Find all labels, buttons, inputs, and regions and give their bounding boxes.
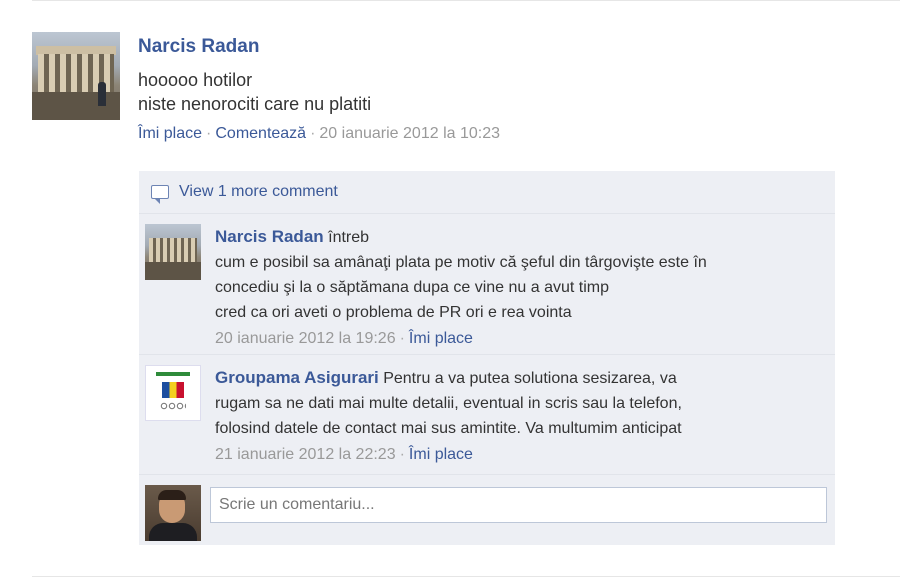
view-more-comments[interactable]: View 1 more comment xyxy=(139,171,835,214)
post-author-avatar[interactable] xyxy=(32,32,120,120)
comment-timestamp[interactable]: 20 ianuarie 2012 la 19:26 xyxy=(215,330,396,347)
comment-author-avatar[interactable] xyxy=(145,224,201,280)
like-link[interactable]: Îmi place xyxy=(138,125,202,142)
comment-link[interactable]: Comentează xyxy=(215,125,306,142)
comment-meta: 21 ianuarie 2012 la 22:23 · Îmi place xyxy=(215,446,473,463)
comment-author-avatar[interactable] xyxy=(145,365,201,421)
comment-text-line: rugam sa ne dati mai multe detalii, even… xyxy=(215,395,682,412)
view-more-label[interactable]: View 1 more comment xyxy=(179,183,338,201)
comment-meta: 20 ianuarie 2012 la 19:26 · Îmi place xyxy=(215,330,473,347)
post-actions: Îmi place · Comentează · 20 ianuarie 2012 la… xyxy=(138,125,500,142)
viewer-avatar xyxy=(145,485,201,541)
comment-text-line: cum e posibil sa amânaţi plata pe motiv … xyxy=(215,254,707,271)
post-timestamp[interactable]: 20 ianuarie 2012 la 10:23 xyxy=(319,125,500,142)
comment-body: Narcis Radan întreb cum e posibil sa amâ… xyxy=(215,224,825,325)
comment-input[interactable] xyxy=(210,487,827,523)
comment-like-link[interactable]: Îmi place xyxy=(409,446,473,463)
comment-author-name[interactable]: Narcis Radan xyxy=(215,227,324,246)
comment-text-first: întreb xyxy=(328,229,370,246)
post-text-line: hooooo hotilor xyxy=(138,70,253,90)
comment-bubble-icon xyxy=(151,185,169,204)
post-author-name[interactable]: Narcis Radan xyxy=(138,36,259,58)
comment-text-line: cred ca ori aveti o problema de PR ori e… xyxy=(215,304,572,321)
post-text-line: niste nenorociti care nu platiti xyxy=(138,94,372,114)
reply-composer xyxy=(139,475,835,545)
comment-timestamp[interactable]: 21 ianuarie 2012 la 22:23 xyxy=(215,446,396,463)
comments-box: View 1 more comment Narcis Radan întreb … xyxy=(139,171,835,545)
comment-text-line: concediu şi la o săptămana dupa ce vine … xyxy=(215,279,610,296)
comment-text-first: Pentru a va putea solutiona sesizarea, v… xyxy=(383,370,677,387)
comment-body: Groupama Asigurari Pentru a va putea sol… xyxy=(215,365,825,441)
comment-text-line: folosind datele de contact mai sus amint… xyxy=(215,420,682,437)
comment-author-name[interactable]: Groupama Asigurari xyxy=(215,368,379,387)
bottom-divider xyxy=(32,576,900,577)
top-divider xyxy=(32,0,900,1)
comment-like-link[interactable]: Îmi place xyxy=(409,330,473,347)
post-body: Narcis Radan hooooo hotilor niste nenoro… xyxy=(138,32,838,144)
comment-item: Narcis Radan întreb cum e posibil sa amâ… xyxy=(139,214,835,355)
comment-item: Groupama Asigurari Pentru a va putea sol… xyxy=(139,355,835,475)
